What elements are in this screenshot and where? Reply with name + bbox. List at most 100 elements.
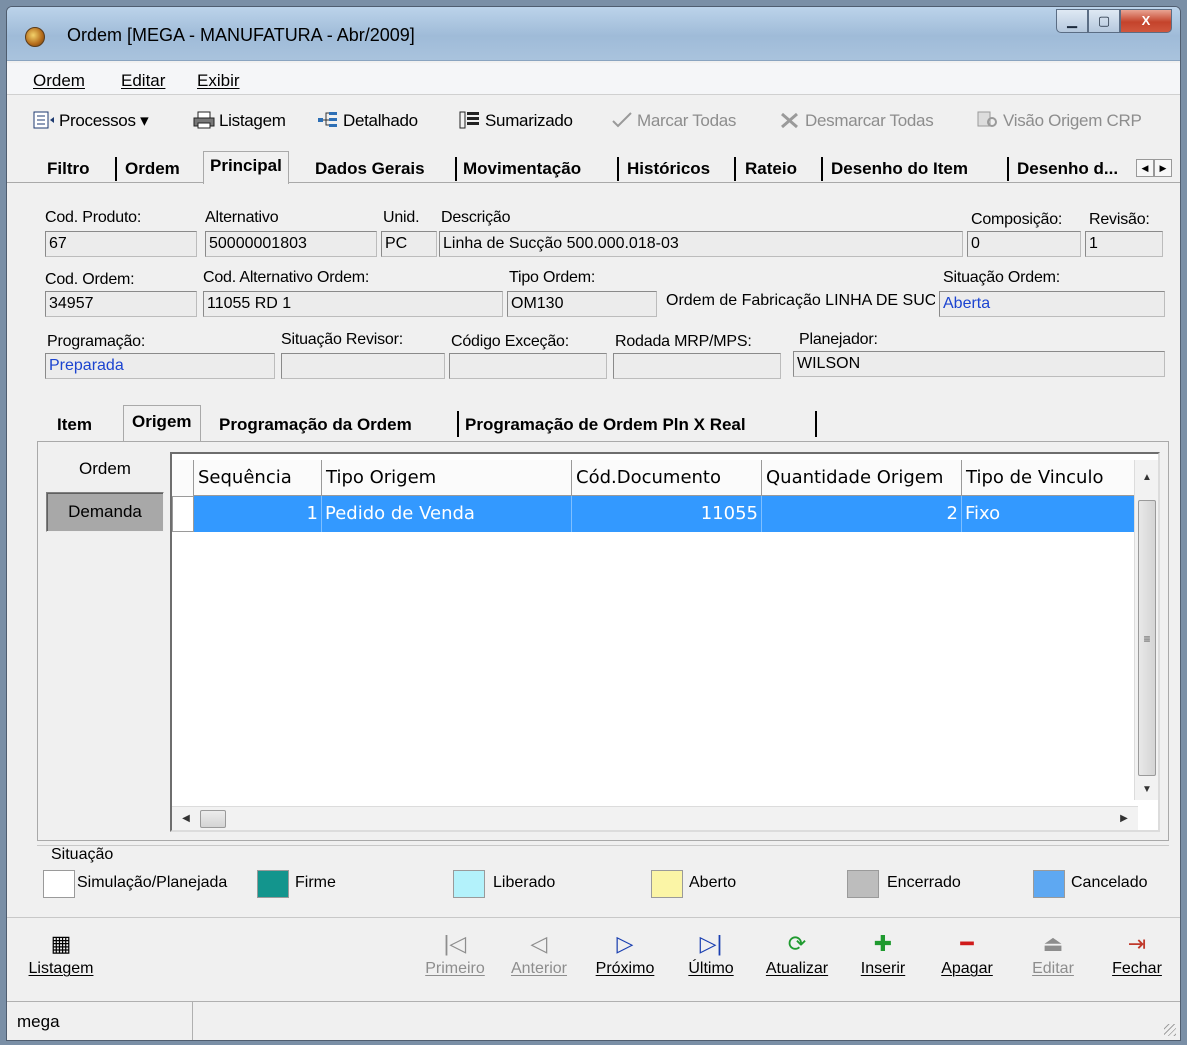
planejador-field[interactable]: WILSON (793, 351, 1165, 377)
col-tipo-origem[interactable]: Tipo Origem (322, 460, 572, 496)
title-bar[interactable]: Ordem [MEGA - MANUFATURA - Abr/2009] ▁ ▢… (7, 7, 1180, 61)
proximo-button[interactable]: ▷ Próximo (585, 928, 665, 992)
cell-sequencia[interactable]: 1 (194, 496, 322, 532)
tab-programacao-pln-real[interactable]: Programação de Ordem Pln X Real (465, 415, 746, 435)
unid-field[interactable]: PC (381, 231, 437, 257)
tab-desenho-do-item[interactable]: Desenho do Item (831, 159, 968, 179)
table-row[interactable]: 1 Pedido de Venda 11055 2 Fixo (172, 496, 1138, 532)
tab-ordem[interactable]: Ordem (125, 159, 180, 179)
inserir-button-label: Inserir (860, 960, 906, 977)
cell-cod-documento[interactable]: 11055 (572, 496, 762, 532)
alternativo-field[interactable]: 50000001803 (205, 231, 377, 257)
legend-title: Situação (51, 846, 118, 864)
horizontal-scroll-thumb[interactable] (200, 810, 226, 828)
editar-button-label: Editar (1032, 960, 1074, 977)
tab-rateio[interactable]: Rateio (745, 159, 797, 179)
scroll-right-icon[interactable]: ▶ (1112, 807, 1136, 831)
close-button[interactable]: X (1120, 9, 1172, 33)
descricao-field[interactable]: Linha de Sucção 500.000.018-03 (439, 231, 963, 257)
swatch-liberado (453, 870, 485, 898)
apagar-button[interactable]: ━ Apagar (927, 928, 1007, 992)
proximo-button-label: Próximo (595, 960, 655, 977)
composicao-field[interactable]: 0 (967, 231, 1081, 257)
tab-item[interactable]: Item (57, 415, 92, 435)
cod-produto-field[interactable]: 67 (45, 231, 197, 257)
next-record-icon: ▷ (616, 931, 634, 956)
demanda-side-button[interactable]: Demanda (46, 492, 164, 532)
apagar-button-label: Apagar (941, 960, 993, 977)
tab-dados-gerais[interactable]: Dados Gerais (315, 159, 425, 179)
check-all-icon (612, 112, 632, 128)
listagem-button-label: Listagem (28, 960, 94, 977)
editar-button[interactable]: ⏏ Editar (1013, 928, 1093, 992)
situacao-revisor-field[interactable] (281, 353, 445, 379)
cell-quantidade-origem[interactable]: 2 (762, 496, 962, 532)
col-tipo-vinculo[interactable]: Tipo de Vinculo (962, 460, 1138, 496)
menu-exibir[interactable]: Exibir (197, 71, 240, 91)
tab-separator (115, 157, 117, 181)
primeiro-button[interactable]: |◁ Primeiro (415, 928, 495, 992)
ordem-side-button[interactable]: Ordem (46, 450, 164, 490)
tab-principal[interactable]: Principal (203, 151, 289, 184)
scroll-up-icon[interactable]: ▲ (1135, 466, 1159, 490)
desmarcar-todas-button[interactable]: Desmarcar Todas (779, 111, 934, 131)
tab-origem[interactable]: Origem (123, 405, 201, 441)
tab-scroll-right-icon[interactable]: ▶ (1154, 159, 1172, 177)
minimize-button[interactable]: ▁ (1056, 9, 1088, 33)
swatch-encerrado (847, 870, 879, 898)
tab-historicos[interactable]: Históricos (627, 159, 710, 179)
previous-record-icon: ◁ (530, 931, 548, 956)
principal-panel: Cod. Produto: 67 Alternativo 50000001803… (37, 191, 1169, 391)
atualizar-button[interactable]: ⟳ Atualizar (757, 928, 837, 992)
col-quantidade-origem[interactable]: Quantidade Origem (762, 460, 962, 496)
menu-editar[interactable]: Editar (121, 71, 165, 91)
tab-programacao-ordem[interactable]: Programação da Ordem (219, 415, 412, 435)
cell-tipo-origem[interactable]: Pedido de Venda (322, 496, 572, 532)
situacao-ordem-field[interactable]: Aberta (939, 291, 1165, 317)
fechar-button[interactable]: ⇥ Fechar (1097, 928, 1177, 992)
rodada-mrp-field[interactable] (613, 353, 781, 379)
scroll-down-icon[interactable]: ▼ (1135, 778, 1159, 802)
marcar-todas-button[interactable]: Marcar Todas (611, 111, 736, 131)
listagem-button[interactable]: ▦ Listagem (21, 928, 101, 992)
tipo-ordem-field[interactable]: OM130 (507, 291, 657, 317)
sumarizado-button[interactable]: Sumarizado (459, 111, 573, 131)
col-sequencia[interactable]: Sequência (194, 460, 322, 496)
resize-grip-icon[interactable] (1164, 1024, 1176, 1036)
col-cod-documento[interactable]: Cód.Documento (572, 460, 762, 496)
programacao-field[interactable]: Preparada (45, 353, 275, 379)
anterior-button[interactable]: ◁ Anterior (499, 928, 579, 992)
ultimo-button[interactable]: ▷| Último (671, 928, 751, 992)
first-record-icon: |◁ (443, 931, 467, 956)
cod-alternativo-ordem-field[interactable]: 11055 RD 1 (203, 291, 503, 317)
cell-tipo-vinculo[interactable]: Fixo (962, 496, 1138, 532)
scroll-left-icon[interactable]: ◀ (174, 807, 198, 831)
vertical-scrollbar[interactable]: ▲ ≡ ▼ (1134, 460, 1158, 800)
visao-origem-crp-button[interactable]: Visão Origem CRP (977, 111, 1142, 131)
detalhado-button[interactable]: Detalhado (317, 111, 418, 131)
maximize-button[interactable]: ▢ (1088, 9, 1120, 33)
order-window: Ordem [MEGA - MANUFATURA - Abr/2009] ▁ ▢… (6, 6, 1181, 1041)
summary-icon (459, 111, 479, 129)
fechar-button-label: Fechar (1112, 960, 1162, 977)
menu-ordem[interactable]: Ordem (33, 71, 85, 91)
cod-ordem-label: Cod. Ordem: (45, 271, 135, 288)
vertical-scroll-thumb[interactable]: ≡ (1138, 500, 1156, 776)
cod-ordem-field[interactable]: 34957 (45, 291, 197, 317)
inserir-button[interactable]: ✚ Inserir (843, 928, 923, 992)
tab-desenho-truncated[interactable]: Desenho d... (1017, 159, 1125, 179)
tab-filtro[interactable]: Filtro (47, 159, 90, 179)
horizontal-scrollbar[interactable]: ◀ ▶ (172, 806, 1138, 830)
window-controls: ▁ ▢ X (1056, 9, 1172, 33)
tab-movimentacao[interactable]: Movimentação (463, 159, 581, 179)
composicao-label: Composição: (971, 211, 1063, 228)
row-indicator[interactable] (172, 496, 194, 532)
processos-button[interactable]: Processos ▾ (33, 111, 149, 131)
codigo-excecao-field[interactable] (449, 353, 607, 379)
listagem-toolbar-button[interactable]: Listagem (193, 111, 286, 131)
revisao-label: Revisão: (1089, 211, 1150, 228)
revisao-field[interactable]: 1 (1085, 231, 1163, 257)
tab-scroll-left-icon[interactable]: ◀ (1136, 159, 1154, 177)
app-icon (25, 27, 45, 47)
grid-header: Sequência Tipo Origem Cód.Documento Quan… (172, 460, 1138, 496)
